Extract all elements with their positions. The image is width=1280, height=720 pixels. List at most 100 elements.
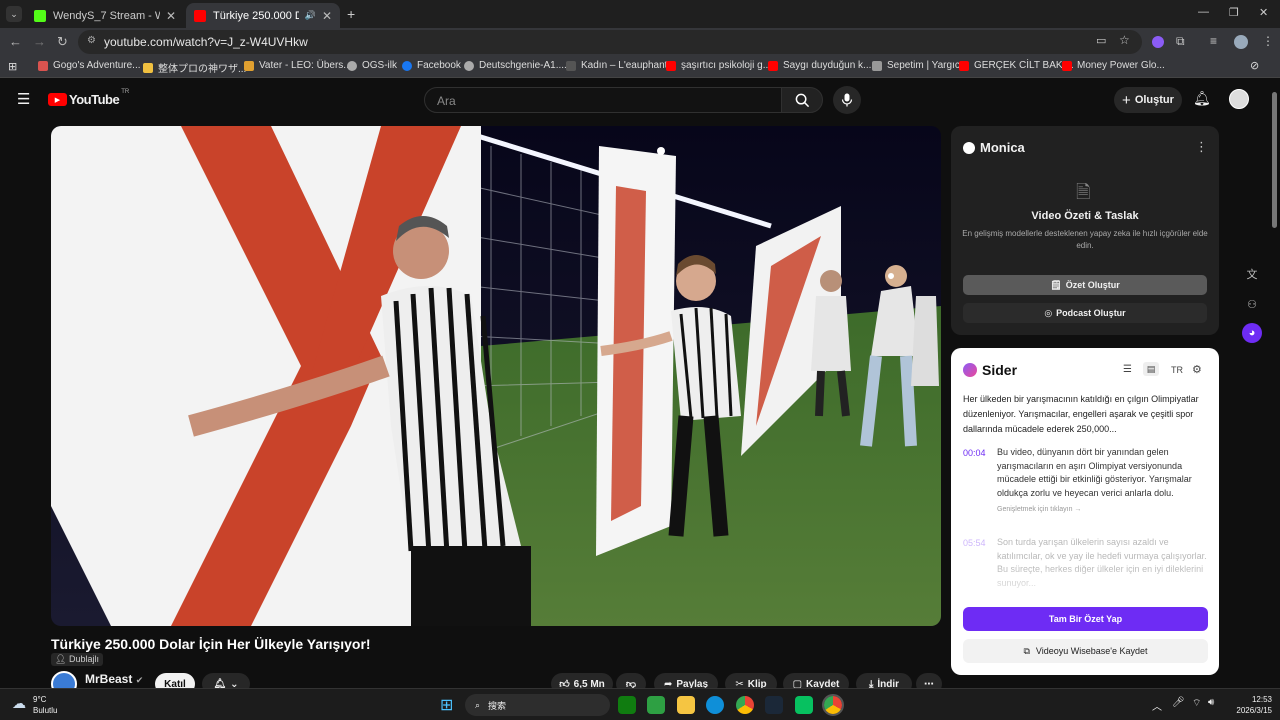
settings-icon[interactable]: ⚙ [1192,363,1202,376]
language-selector[interactable]: TR [1171,365,1183,375]
notifications-bell-icon[interactable]: 🔔︎ [1193,90,1211,107]
save-wisebase-label: Videoyu Wisebase'e Kaydet [1035,646,1148,656]
timestamp-link[interactable]: 00:04 [963,448,986,458]
voice-search-button[interactable] [833,86,861,114]
bookmark-item[interactable]: Deutschgenie-A1.... [464,60,567,71]
monica-extension-icon[interactable] [1152,36,1164,48]
summary-button[interactable]: 🗒︎ Özet Oluştur [963,275,1207,295]
bookmark-item[interactable]: 整体プロの神ワザ... [143,60,246,75]
sider-assistant-icon[interactable]: ◕ [1242,323,1262,343]
save-to-wisebase-button[interactable]: ⧉ Videoyu Wisebase'e Kaydet [963,639,1208,663]
sider-header: Sider [963,362,1017,378]
bookmark-label: OGS-ilk [362,60,397,71]
sider-title: Sider [982,362,1018,378]
podcast-button[interactable]: ◎ Podcast Oluştur [963,303,1207,323]
bookmark-item[interactable]: Vater - LEO: Übers... [244,60,352,71]
full-summary-button[interactable]: Tam Bir Özet Yap [963,607,1208,631]
steam-icon[interactable] [765,696,783,714]
app-green-icon[interactable] [647,696,665,714]
account-avatar[interactable] [1229,89,1249,109]
back-icon[interactable]: ← [9,34,22,49]
bookmark-item[interactable]: Gogo's Adventure... [38,60,141,71]
menu-icon[interactable]: ⋮ [1262,34,1274,48]
bookmarks-bar: ⊞ Gogo's Adventure... 整体プロの神ワザ... Vater … [0,56,1280,78]
all-bookmarks-icon[interactable]: ⊘ [1250,59,1259,72]
browser-tab-bar: ⌄ WendyS_7 Stream - Watch Li ✕ Türkiye 2… [0,0,1280,28]
chrome-icon[interactable] [736,696,754,714]
taskbar-search[interactable]: ⌕ 搜索 [465,694,610,716]
taskbar-search-label: 搜索 [488,700,507,711]
reload-icon[interactable]: ↻ [57,34,68,50]
weather-icon[interactable]: ☁ [12,695,26,712]
close-tab-icon[interactable]: ✕ [166,9,176,23]
translate-icon[interactable]: 文 [1242,264,1262,284]
bookmark-item[interactable]: OGS-ilk [347,60,397,71]
tab-groups-icon[interactable]: ≡ [1210,34,1217,48]
tab-title: WendyS_7 Stream - Watch Li [53,9,160,22]
search-input[interactable]: Ara [424,87,782,113]
clock[interactable]: 12:53 2026/3/15 [1226,694,1272,716]
tray-mic-icon[interactable]: 🎤︎ [1172,697,1185,708]
bookmark-item[interactable]: Saygı duyduğun k... [768,60,871,71]
create-button[interactable]: + Oluştur [1114,87,1182,113]
monica-heading: Video Özeti & Taslak [1031,210,1139,222]
site-info-icon[interactable]: ⚙ [87,35,96,46]
wechat-icon[interactable] [795,696,813,714]
edge-icon[interactable] [706,696,724,714]
kick-favicon-icon [34,9,46,22]
tab-search-icon[interactable]: ⌄ [6,6,22,22]
cast-icon[interactable]: ▭ [1096,34,1106,47]
bookmark-item[interactable]: Money Power Glo... [1062,60,1165,71]
youtube-logo[interactable]: ▶ YouTube TR [48,89,129,107]
search-icon: ⌕ [475,699,481,710]
new-tab-icon[interactable]: + [347,6,355,22]
channel-name[interactable]: MrBeast ✔ [85,672,143,686]
close-window-icon[interactable]: ✕ [1259,6,1268,19]
bookmark-label: GERÇEK CİLT BAKI... [974,60,1074,71]
search-button[interactable] [781,87,823,113]
xbox-icon[interactable] [618,696,636,714]
wifi-icon[interactable]: ⌔ [1192,697,1201,710]
expand-link[interactable]: Genişletmek için tıklayın → [997,506,1081,513]
bookmark-item[interactable]: Facebook [402,60,461,71]
tab-youtube-video[interactable]: Türkiye 250.000 Dolar İçi 🔊 ✕ [186,3,340,28]
volume-icon[interactable]: 🔊︎ [1208,697,1214,708]
page-scrollbar[interactable] [1272,92,1277,228]
monica-more-icon[interactable]: ⋮ [1195,139,1208,155]
weather-temp: 9°C [33,695,47,704]
close-tab-icon[interactable]: ✕ [322,9,332,23]
file-explorer-icon[interactable] [677,696,695,714]
youtube-logo-text: YouTube [69,92,120,107]
bookmark-item[interactable]: GERÇEK CİLT BAKI... [959,60,1074,71]
tray-chevron-icon[interactable]: ︿ [1152,698,1162,713]
microphone-icon [841,93,853,107]
address-bar[interactable]: ⚙ youtube.com/watch?v=J_z-W4UVHkw ▭ ☆ [78,30,1142,54]
bookmark-label: Sepetim | Yargıcı [887,60,963,71]
timestamp-link[interactable]: 05:54 [963,538,986,548]
list-view-icon[interactable]: ☰ [1123,364,1132,375]
hamburger-menu-icon[interactable]: ☰ [17,90,30,108]
card-view-icon[interactable]: ▤ [1143,362,1159,376]
video-player[interactable] [51,126,941,626]
bookmark-item[interactable]: Sepetim | Yargıcı [872,60,963,71]
bookmark-favicon-icon [872,60,882,71]
tab-kick-stream[interactable]: WendyS_7 Stream - Watch Li ✕ [26,3,184,28]
weather-widget[interactable]: 9°C Bulutlu [33,694,57,716]
speaker-icon[interactable]: 🔊 [305,10,316,21]
extensions-icon[interactable]: ⧉ [1176,34,1185,49]
sider-intro: Her ülkeden bir yarışmacının katıldığı e… [963,394,1199,434]
bookmark-item[interactable]: Kadın – L'eauphant [566,60,667,71]
youtube-favicon-icon [959,60,969,71]
restore-icon[interactable]: ❐ [1229,6,1239,19]
profile-avatar[interactable] [1234,35,1248,49]
bookmark-star-icon[interactable]: ☆ [1119,33,1130,47]
apps-grid-icon[interactable]: ⊞ [8,60,17,73]
forward-icon[interactable]: → [33,34,46,49]
minimize-icon[interactable]: — [1198,6,1209,18]
multi-chat-icon[interactable]: ⚇ [1242,294,1262,314]
chrome-active-icon[interactable] [822,694,844,716]
bookmark-item[interactable]: şaşırtıcı psikoloji g... [666,60,771,71]
youtube-play-icon: ▶ [48,93,67,106]
start-icon[interactable]: ⊞ [440,695,453,715]
create-label: Oluştur [1134,94,1174,106]
